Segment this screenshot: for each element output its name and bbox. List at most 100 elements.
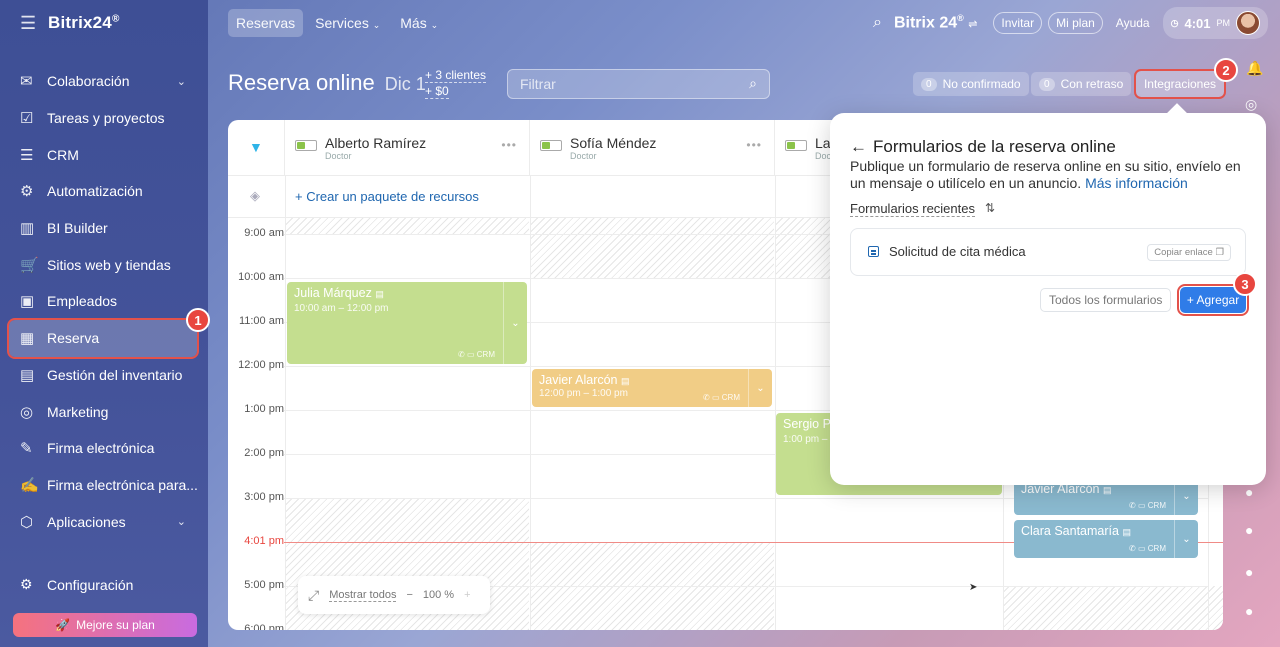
settings-sliders-icon[interactable]: ⇌ [968,19,977,31]
column-divider [530,176,531,630]
bar-chart-icon: ▥ [20,220,35,238]
time-label: 2:00 pm [244,447,284,459]
sidebar-menu: ✉ Colaboración ⌄ ☑ Tareas y proyectos ☰ CRM ⚙ Au… [0,63,208,540]
avatar[interactable]: ● [1245,484,1253,500]
chevron-down-icon[interactable]: ⌄ [177,75,186,88]
step-badge-2: 2 [1214,58,1238,82]
sidebar-item-automatización[interactable]: ⚙ Automatización [0,173,208,210]
integrations-button[interactable]: Integraciones [1134,69,1226,99]
page-stats: + 3 clientes + $0 [425,67,487,99]
resource-column-head[interactable]: Sofía Méndez Doctor ••• [530,120,775,176]
page-title: Reserva online Dic 1 [228,70,426,95]
time-label: 1:00 pm [244,403,284,415]
sidebar-item-sitios-web-y-tiendas[interactable]: 🛒 Sitios web y tiendas [0,246,208,283]
brand-label: Bitrix 24® ⇌ [893,13,978,32]
copy-icon: ❐ [1215,247,1224,258]
back-arrow-icon[interactable]: ← [850,137,867,156]
avatar[interactable]: ● [1245,522,1253,538]
sidebar-item-firma-electrónica-para[interactable]: ✍ Firma electrónica para... [0,467,208,504]
booking-event[interactable]: Clara Santamaría ▤ ✆ ▭ CRM ⌄ [1014,520,1198,558]
zoom-in-button[interactable]: + [464,589,470,601]
search-icon[interactable]: ⌕ [749,75,757,92]
time-label: 6:00 pm [244,623,284,630]
chevron-down-icon[interactable]: ⌄ [1174,520,1198,558]
pen-icon: ✎ [20,440,33,458]
clock-icon: ◷ [1170,17,1179,28]
page-date[interactable]: Dic 1 [385,74,426,95]
unconfirmed-filter[interactable]: 0 No confirmado [913,72,1029,96]
filter-icon[interactable]: ▼ [249,139,263,155]
upgrade-button[interactable]: 🚀 Mejore su plan [13,613,197,637]
checkbox-icon: ☑ [20,110,34,128]
sidebar-item-tareas-y-proyectos[interactable]: ☑ Tareas y proyectos [0,100,208,137]
tab-mas[interactable]: Más ⌄ [392,9,446,37]
sidebar-item-marketing[interactable]: ◎ Marketing [0,393,208,430]
robot-icon: ⚙ [20,183,34,201]
all-forms-button[interactable]: Todos los formularios [1040,288,1172,312]
filter-input[interactable]: Filtrar ⌕ [507,69,770,99]
avatar[interactable]: ● [1245,603,1253,619]
sidebar-item-firma-electrónica[interactable]: ✎ Firma electrónica [0,430,208,467]
form-icon [868,246,879,257]
resource-column-head[interactable]: Alberto Ramírez Doctor ••• [285,120,530,176]
chat-icon: ▭ [1137,501,1146,510]
amount-total[interactable]: + $0 [425,84,449,99]
chevron-down-icon: ⌄ [372,20,381,30]
sidebar-item-colaboración[interactable]: ✉ Colaboración ⌄ [0,63,208,100]
tab-services[interactable]: Services ⌄ [307,9,388,37]
target-icon[interactable]: ◎ [1245,96,1257,113]
current-time-label: 4:01 pm [244,535,284,547]
time-label: 9:00 am [244,227,284,239]
chat-icon: ✉ [20,73,33,91]
tab-reservas[interactable]: Reservas [228,9,304,37]
unavailable-slot [776,218,836,278]
avatar[interactable]: ● [1245,564,1253,580]
clock-widget[interactable]: ◷ 4:01 PM [1162,7,1268,39]
chevron-down-icon[interactable]: ⌄ [503,282,527,364]
form-card[interactable]: Solicitud de cita médica Copiar enlace ❐ [850,228,1246,276]
sidebar-item-bi-builder[interactable]: ▥ BI Builder [0,210,208,247]
sidebar-item-reserva[interactable]: ▦ Reserva [7,317,199,359]
sidebar: ☰ Bitrix24® ✉ Colaboración ⌄ ☑ Tareas y proy… [0,0,208,647]
phone-icon: ✆ [458,350,465,359]
phone-icon: ✆ [1129,544,1136,553]
chevron-down-icon[interactable]: ⌄ [748,369,772,407]
more-info-link[interactable]: Más información [1085,175,1188,191]
late-filter[interactable]: 0 Con retraso [1031,72,1132,96]
funnel-icon: ☰ [20,146,34,164]
zoom-bar: ⤢ Mostrar todos − 100 % + [298,576,490,614]
zoom-out-button[interactable]: − [406,589,412,601]
invite-button[interactable]: Invitar [993,12,1043,34]
phone-icon: ✆ [1129,501,1136,510]
copy-link-button[interactable]: Copiar enlace ❐ [1147,244,1231,261]
sidebar-item-empleados[interactable]: ▣ Empleados [0,283,208,320]
avatar[interactable] [1236,11,1260,35]
top-nav: Reservas Services ⌄ Más ⌄ [228,9,446,37]
more-icon[interactable]: ••• [746,138,762,152]
my-plan-button[interactable]: Mi plan [1048,12,1103,34]
sidebar-item-gestión-del-inventario[interactable]: ▤ Gestión del inventario [0,357,208,394]
menu-icon[interactable]: ☰ [20,13,48,34]
unavailable-slot [286,218,529,234]
search-icon[interactable]: ⌕ [873,14,882,32]
sidebar-item-crm[interactable]: ☰ CRM [0,136,208,173]
more-icon[interactable]: ••• [501,138,517,152]
expand-icon[interactable]: ⤢ [308,587,319,604]
note-icon: ▤ [1122,527,1131,537]
booking-event[interactable]: Julia Márquez ▤ 10:00 am – 12:00 pm ✆ ▭ … [287,282,527,364]
booking-event[interactable]: Javier Alarcón ▤ 12:00 pm – 1:00 pm ✆ ▭ … [532,369,772,407]
chevron-down-icon[interactable]: ⌄ [177,515,186,528]
bell-icon[interactable]: 🔔 [1246,60,1263,77]
help-button[interactable]: Ayuda [1109,13,1157,33]
layers-icon: ◈ [250,188,260,203]
create-package-link[interactable]: + Crear un paquete de recursos [295,189,479,204]
logo[interactable]: Bitrix24® [48,13,120,33]
sidebar-item-aplicaciones[interactable]: ⬡ Aplicaciones ⌄ [0,503,208,540]
recent-forms-toggle[interactable]: Formularios recientes [850,201,975,217]
battery-icon [540,140,562,151]
sort-icon[interactable]: ⇅ [985,201,995,215]
show-all-link[interactable]: Mostrar todos [329,589,397,602]
clients-count[interactable]: + 3 clientes [425,68,487,83]
sidebar-item-configuracion[interactable]: ⚙ Configuración [20,576,133,593]
booking-forms-popup: ← Formularios de la reserva online Publiq… [830,113,1266,485]
